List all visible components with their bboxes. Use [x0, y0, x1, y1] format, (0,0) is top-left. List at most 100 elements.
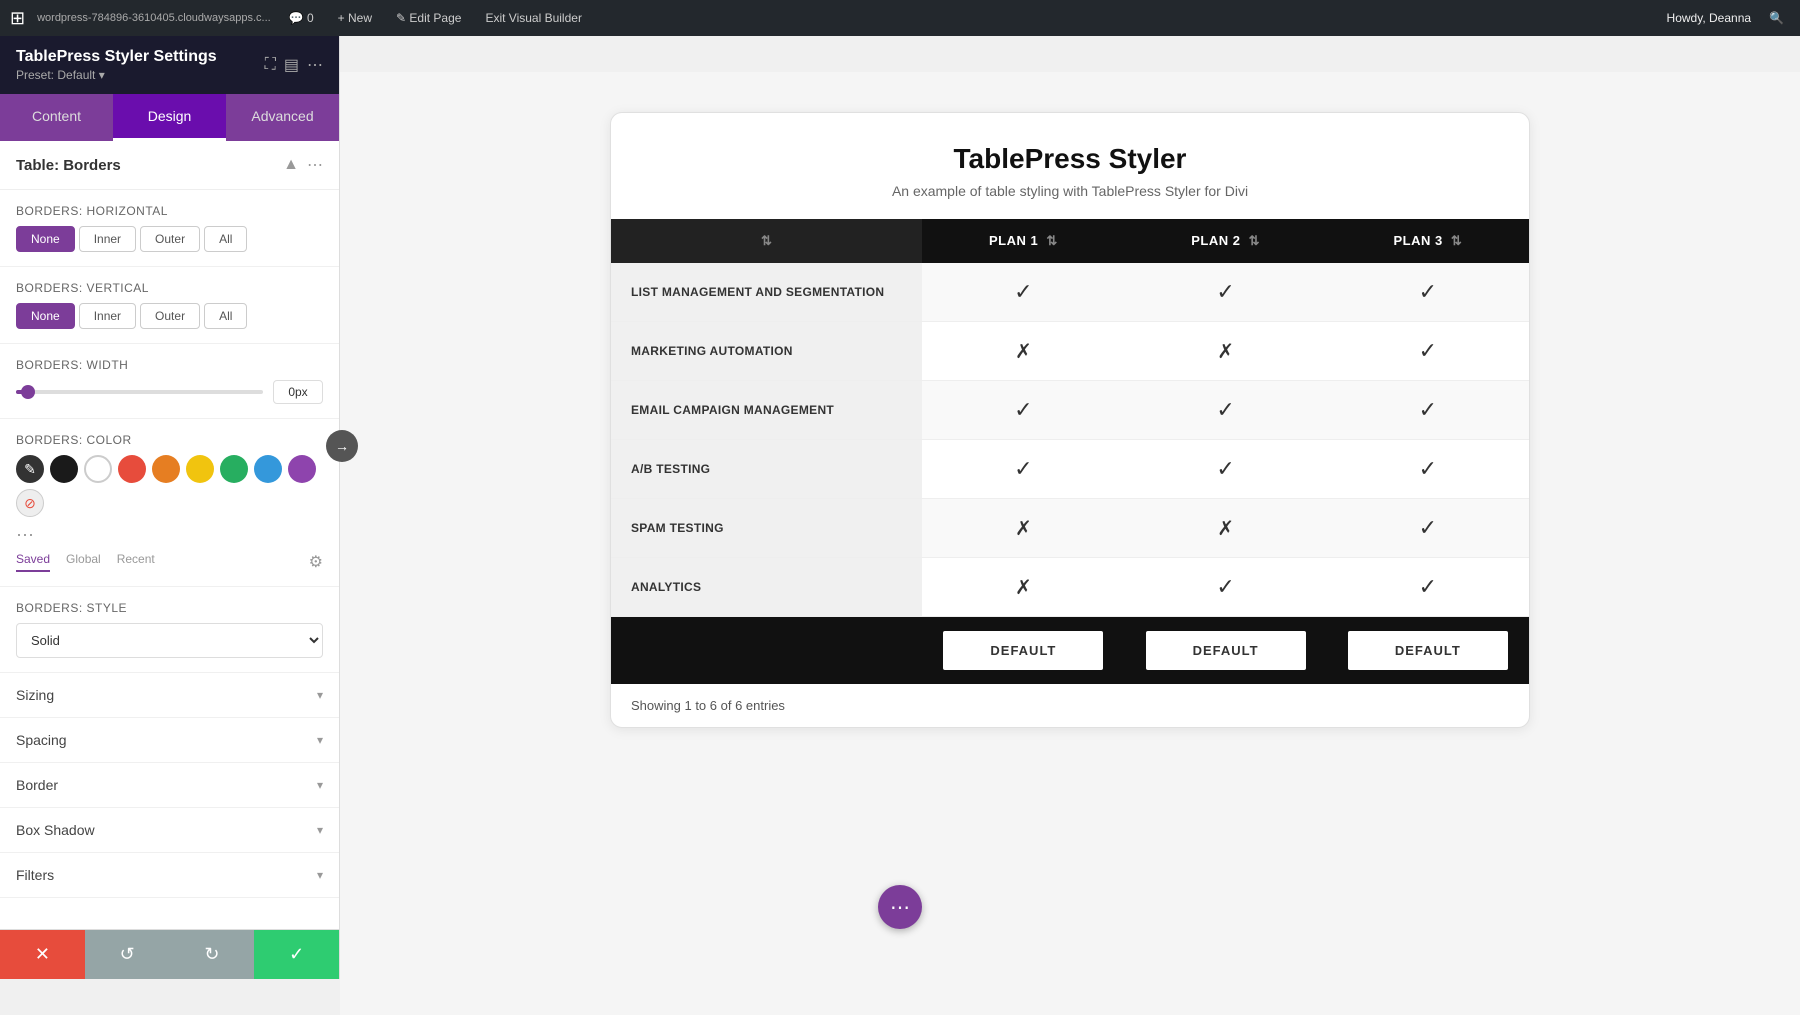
default-btn-2[interactable]: DEFAULT: [1146, 631, 1306, 670]
check-icon: ✓: [1419, 456, 1437, 481]
topbar: ⊞ wordpress-784896-3610405.cloudwaysapps…: [0, 0, 1800, 36]
table-body: LIST MANAGEMENT AND SEGMENTATION✓✓✓MARKE…: [611, 263, 1529, 617]
sort-icon[interactable]: ⇅: [761, 233, 772, 248]
sort-icon[interactable]: ⇅: [1451, 233, 1462, 248]
table-footer-row: DEFAULT DEFAULT DEFAULT: [611, 617, 1529, 685]
border-h-outer[interactable]: Outer: [140, 226, 200, 252]
color-tab-recent[interactable]: Recent: [117, 552, 155, 572]
color-swatch-eraser[interactable]: ⊘: [16, 489, 44, 517]
tab-content[interactable]: Content: [0, 94, 113, 141]
borders-width-input[interactable]: 0px: [273, 380, 323, 404]
default-btn-3[interactable]: DEFAULT: [1348, 631, 1508, 670]
cross-icon: ✗: [1015, 577, 1032, 599]
sidebar-preset[interactable]: Preset: Default ▾: [16, 68, 217, 82]
border-h-inner[interactable]: Inner: [79, 226, 136, 252]
borders-style-select[interactable]: Solid Dashed Dotted Double None: [16, 623, 323, 658]
sort-icon[interactable]: ⇅: [1046, 233, 1057, 248]
table-row: MARKETING AUTOMATION✗✗✓: [611, 322, 1529, 381]
search-icon[interactable]: 🔍: [1763, 11, 1790, 25]
cell-plan3: ✓: [1327, 499, 1529, 558]
layout-icon[interactable]: ▤: [284, 55, 299, 75]
color-settings-icon[interactable]: ⚙: [309, 552, 323, 572]
collapsible-spacing[interactable]: Spacing ▾: [0, 718, 339, 763]
border-v-none[interactable]: None: [16, 303, 75, 329]
borders-width-label: Borders: Width: [16, 358, 323, 372]
sidebar-bottom: ✕ ↺ ↻ ✓: [0, 929, 339, 979]
fullscreen-icon[interactable]: ⛶: [265, 56, 276, 74]
cell-plan3: ✓: [1327, 263, 1529, 322]
color-tab-saved[interactable]: Saved: [16, 552, 50, 572]
check-icon: ✓: [1419, 515, 1437, 540]
color-swatch-blue[interactable]: [254, 455, 282, 483]
cell-plan1: ✗: [922, 558, 1124, 617]
color-swatch-yellow[interactable]: [186, 455, 214, 483]
section-more-icon[interactable]: ⋯: [307, 155, 323, 175]
table-row: LIST MANAGEMENT AND SEGMENTATION✓✓✓: [611, 263, 1529, 322]
borders-horizontal-label: Borders: Horizontal: [16, 204, 323, 218]
cell-feature: SPAM TESTING: [611, 499, 922, 558]
collapsible-spacing-label: Spacing: [16, 732, 67, 748]
cancel-button[interactable]: ✕: [0, 930, 85, 979]
borders-style-label: Borders: Style: [16, 601, 323, 615]
border-v-all[interactable]: All: [204, 303, 247, 329]
save-button[interactable]: ✓: [254, 930, 339, 979]
color-swatch-red[interactable]: [118, 455, 146, 483]
color-swatch-white[interactable]: [84, 455, 112, 483]
border-h-all[interactable]: All: [204, 226, 247, 252]
borders-vertical-group: Borders: Vertical None Inner Outer All: [0, 267, 339, 344]
borders-width-track[interactable]: [16, 390, 263, 394]
table-subtitle: An example of table styling with TablePr…: [631, 183, 1509, 199]
sidebar-body: Table: Borders ▲ ⋯ Borders: Horizontal N…: [0, 141, 339, 929]
data-table: ⇅ PLAN 1 ⇅ PLAN 2 ⇅ PLAN 3 ⇅: [611, 219, 1529, 684]
sidebar-header-icons: ⛶ ▤ ⋯: [265, 55, 323, 75]
more-options-icon[interactable]: ⋯: [307, 55, 323, 75]
collapsible-border[interactable]: Border ▾: [0, 763, 339, 808]
collapsible-box-shadow[interactable]: Box Shadow ▾: [0, 808, 339, 853]
sidebar-header: TablePress Styler Settings Preset: Defau…: [0, 36, 339, 94]
cell-feature: A/B TESTING: [611, 440, 922, 499]
collapse-sidebar-button[interactable]: →: [326, 430, 358, 462]
color-swatches: ✎ ⊘: [16, 455, 323, 517]
floating-more-button[interactable]: ⋯: [878, 885, 922, 929]
sort-icon[interactable]: ⇅: [1249, 233, 1260, 248]
border-h-none[interactable]: None: [16, 226, 75, 252]
chevron-down-icon: ▾: [317, 688, 323, 702]
borders-width-thumb[interactable]: [21, 385, 35, 399]
tab-design[interactable]: Design: [113, 94, 226, 141]
redo-button[interactable]: ↻: [170, 930, 255, 979]
cross-icon: ✗: [1015, 518, 1032, 540]
cross-icon: ✗: [1217, 341, 1234, 363]
comments-icon[interactable]: 💬 0: [283, 11, 320, 25]
color-swatch-purple[interactable]: [288, 455, 316, 483]
color-swatch-green[interactable]: [220, 455, 248, 483]
borders-color-group: Borders: Color ✎ ⊘ ⋯ Saved Global Recent: [0, 419, 339, 587]
th-plan3: PLAN 3 ⇅: [1327, 219, 1529, 263]
border-v-inner[interactable]: Inner: [79, 303, 136, 329]
collapsible-filters[interactable]: Filters ▾: [0, 853, 339, 898]
cell-plan3: ✓: [1327, 440, 1529, 499]
undo-button[interactable]: ↺: [85, 930, 170, 979]
eyedropper-swatch[interactable]: ✎: [16, 455, 44, 483]
borders-width-slider-row: 0px: [16, 380, 323, 404]
borders-vertical-label: Borders: Vertical: [16, 281, 323, 295]
borders-width-group: Borders: Width 0px: [0, 344, 339, 419]
new-button[interactable]: + New: [332, 11, 378, 25]
plan1-label: PLAN 1: [989, 233, 1038, 248]
cell-plan1: ✓: [922, 440, 1124, 499]
th-plan2: PLAN 2 ⇅: [1125, 219, 1327, 263]
default-btn-1[interactable]: DEFAULT: [943, 631, 1103, 670]
color-tab-global[interactable]: Global: [66, 552, 101, 572]
table-foot: DEFAULT DEFAULT DEFAULT: [611, 617, 1529, 685]
borders-style-group: Borders: Style Solid Dashed Dotted Doubl…: [0, 587, 339, 673]
color-swatch-orange[interactable]: [152, 455, 180, 483]
color-swatch-black[interactable]: [50, 455, 78, 483]
check-icon: ✓: [1216, 279, 1234, 304]
more-swatches-icon[interactable]: ⋯: [16, 525, 323, 546]
edit-page-button[interactable]: ✎ Edit Page: [390, 11, 467, 25]
border-v-outer[interactable]: Outer: [140, 303, 200, 329]
exit-builder-button[interactable]: Exit Visual Builder: [479, 11, 588, 25]
tab-advanced[interactable]: Advanced: [226, 94, 339, 141]
topbar-url: wordpress-784896-3610405.cloudwaysapps.c…: [37, 12, 271, 24]
collapse-icon[interactable]: ▲: [283, 156, 299, 174]
collapsible-sizing[interactable]: Sizing ▾: [0, 673, 339, 718]
